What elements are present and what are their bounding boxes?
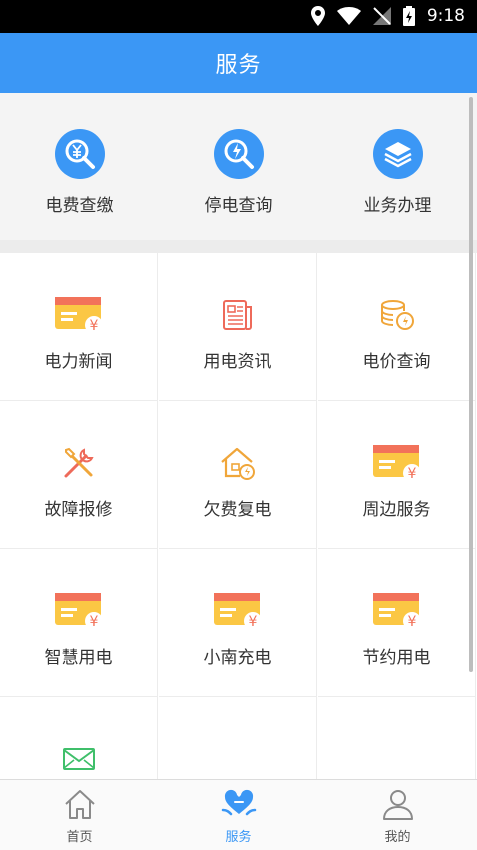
service-fault-repair[interactable]: 故障报修 [0, 401, 158, 549]
document-icon [222, 300, 252, 330]
service-label: 电价查询 [362, 352, 431, 372]
tab-label: 服务 [225, 830, 252, 845]
service-power-news[interactable]: ¥ 电力新闻 [0, 253, 158, 401]
svg-text:¥: ¥ [407, 614, 416, 630]
layers-icon [372, 129, 423, 179]
service-label: 业务办理 [363, 196, 432, 216]
battery-charging-icon [402, 6, 415, 26]
service-bill-payment[interactable]: 电费查缴 [0, 129, 159, 216]
service-label: 节约用电 [362, 648, 431, 668]
user-icon [382, 790, 413, 820]
empty-cell [159, 697, 317, 779]
service-heart-icon [221, 789, 256, 816]
house-power-icon [220, 447, 255, 480]
coins-icon [380, 300, 414, 330]
service-label: 用电资讯 [203, 352, 272, 372]
service-nearby[interactable]: ¥ 周边服务 [318, 401, 476, 549]
svg-text:¥: ¥ [89, 318, 98, 334]
service-power-info[interactable]: 用电资讯 [159, 253, 317, 401]
service-charging[interactable]: ¥ 小南充电 [159, 549, 317, 697]
yuan-search-icon [54, 129, 105, 179]
app-header: 服务 [0, 33, 477, 93]
wifi-icon [336, 7, 361, 25]
mail-icon [62, 748, 95, 770]
empty-cell [318, 697, 476, 779]
section-divider [0, 240, 477, 253]
service-label: 小南充电 [203, 648, 272, 668]
service-smart-power[interactable]: ¥ 智慧用电 [0, 549, 158, 697]
tab-label: 我的 [384, 830, 411, 845]
status-time: 9:18 [426, 6, 465, 26]
service-save-power[interactable]: ¥ 节约用电 [318, 549, 476, 697]
tab-service[interactable]: 服务 [159, 788, 318, 845]
service-restore-power[interactable]: 欠费复电 [159, 401, 317, 549]
tab-mine[interactable]: 我的 [318, 788, 477, 845]
page-title: 服务 [215, 53, 262, 78]
card-yuan-icon: ¥ [213, 593, 262, 630]
services-grid: ¥ 电力新闻 用电资讯 电价查询 故障报修 欠费复电 ¥ 周边服务 ¥ 智慧用电… [0, 253, 477, 779]
service-mail[interactable] [0, 697, 158, 779]
service-label: 电力新闻 [44, 352, 113, 372]
service-label: 故障报修 [44, 500, 113, 520]
service-label: 电费查缴 [45, 196, 114, 216]
lightning-search-icon [213, 129, 264, 179]
status-bar: 9:18 [0, 0, 477, 33]
svg-text:¥: ¥ [89, 614, 98, 630]
primary-services: 电费查缴 停电查询 业务办理 [0, 93, 477, 247]
home-icon [64, 790, 95, 819]
service-label: 周边服务 [362, 500, 431, 520]
svg-text:¥: ¥ [407, 466, 416, 482]
card-yuan-icon: ¥ [54, 593, 103, 630]
svg-text:¥: ¥ [248, 614, 257, 630]
location-icon [310, 6, 325, 26]
scrollbar[interactable] [469, 97, 473, 672]
card-yuan-icon: ¥ [372, 593, 421, 630]
card-yuan-icon: ¥ [54, 297, 103, 334]
tab-label: 首页 [66, 830, 93, 845]
service-business[interactable]: 业务办理 [318, 129, 477, 216]
service-label: 智慧用电 [44, 648, 113, 668]
no-sim-icon [372, 7, 391, 25]
service-outage-query[interactable]: 停电查询 [159, 129, 318, 216]
bottom-tab-bar: 首页 服务 我的 [0, 779, 477, 850]
tools-icon [64, 447, 94, 478]
service-label: 停电查询 [204, 196, 273, 216]
tab-home[interactable]: 首页 [0, 788, 159, 845]
card-yuan-icon: ¥ [372, 445, 421, 482]
service-label: 欠费复电 [203, 500, 272, 520]
service-price-query[interactable]: 电价查询 [318, 253, 476, 401]
